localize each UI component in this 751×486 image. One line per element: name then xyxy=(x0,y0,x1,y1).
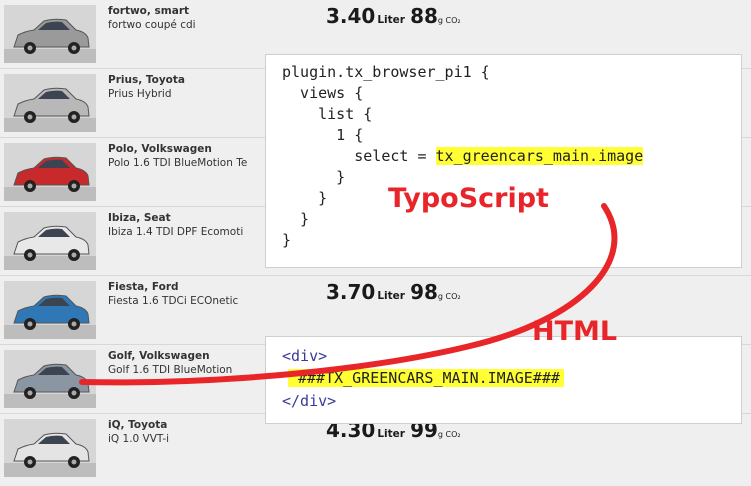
car-thumbnail xyxy=(4,74,96,132)
consumption-unit: Liter xyxy=(377,290,405,302)
car-hubcap xyxy=(71,459,77,465)
code-line: views { xyxy=(282,84,364,102)
car-model: iQ 1.0 VVT-i xyxy=(108,433,170,445)
car-row: Fiesta, Ford Fiesta 1.6 TDCi ECOnetic 3.… xyxy=(0,276,751,345)
code-line-select: select = tx_greencars_main.image xyxy=(282,147,644,165)
typoscript-highlight: tx_greencars_main.image xyxy=(435,147,644,165)
car-hubcap xyxy=(27,321,33,327)
code-line: } xyxy=(282,210,310,228)
co2-unit: g CO₂ xyxy=(437,16,461,25)
consumption-unit: Liter xyxy=(377,428,405,440)
car-model: fortwo coupé cdi xyxy=(108,19,196,31)
car-hubcap xyxy=(27,252,33,258)
car-maker: Fiesta, Ford xyxy=(108,281,179,293)
car-thumbnail xyxy=(4,419,96,477)
car-thumbnail xyxy=(4,212,96,270)
consumption-value: 3.40 xyxy=(326,4,376,28)
consumption-unit: Liter xyxy=(377,14,405,26)
thumb-ground xyxy=(4,394,96,408)
html-open-tag: <div> xyxy=(282,347,328,365)
car-hubcap xyxy=(71,114,77,120)
co2-value: 98 xyxy=(410,280,438,304)
car-maker: Ibiza, Seat xyxy=(108,212,171,224)
car-thumbnail xyxy=(4,5,96,63)
car-hubcap xyxy=(71,390,77,396)
car-maker: fortwo, smart xyxy=(108,5,190,17)
html-marker-line: ###TX_GREENCARS_MAIN.IMAGE### xyxy=(274,369,564,387)
car-hubcap xyxy=(71,45,77,51)
consumption-value: 3.70 xyxy=(326,280,376,304)
car-maker: Golf, Volkswagen xyxy=(108,350,210,362)
car-hubcap xyxy=(27,114,33,120)
car-thumbnail xyxy=(4,281,96,339)
html-marker: ###TX_GREENCARS_MAIN.IMAGE### xyxy=(288,369,564,387)
code-line: } xyxy=(282,189,328,207)
car-hubcap xyxy=(71,183,77,189)
car-maker: Prius, Toyota xyxy=(108,74,185,86)
html-label: HTML xyxy=(532,316,618,347)
car-thumbnail xyxy=(4,350,96,408)
car-model: Prius Hybrid xyxy=(108,88,172,100)
code-line: plugin.tx_browser_pi1 { xyxy=(282,63,490,81)
thumb-ground xyxy=(4,325,96,339)
thumb-ground xyxy=(4,187,96,201)
thumb-ground xyxy=(4,463,96,477)
thumb-ground xyxy=(4,49,96,63)
car-hubcap xyxy=(27,459,33,465)
car-maker: iQ, Toyota xyxy=(108,419,168,431)
thumb-ground xyxy=(4,118,96,132)
typoscript-code-box: plugin.tx_browser_pi1 { views { list { 1… xyxy=(265,54,742,268)
thumb-ground xyxy=(4,256,96,270)
co2-value: 88 xyxy=(410,4,438,28)
html-code-box: <div> ###TX_GREENCARS_MAIN.IMAGE### </di… xyxy=(265,336,742,424)
car-spec: 3.40 Liter 88g CO₂ xyxy=(326,4,461,28)
car-model: Golf 1.6 TDI BlueMotion xyxy=(108,364,233,376)
code-line: } xyxy=(282,231,292,249)
code-line: } xyxy=(282,168,346,186)
car-hubcap xyxy=(27,183,33,189)
car-row: iQ, Toyota iQ 1.0 VVT-i 4.30 Liter 99g CO… xyxy=(0,414,751,486)
typoscript-label: TypoScript xyxy=(388,183,549,214)
code-line: 1 { xyxy=(282,126,364,144)
car-maker: Polo, Volkswagen xyxy=(108,143,212,155)
car-thumbnail xyxy=(4,143,96,201)
co2-unit: g CO₂ xyxy=(437,292,461,301)
car-model: Fiesta 1.6 TDCi ECOnetic xyxy=(108,295,239,307)
code-line: select = xyxy=(282,147,436,165)
car-hubcap xyxy=(71,252,77,258)
car-hubcap xyxy=(27,45,33,51)
code-line: list { xyxy=(282,105,373,123)
car-hubcap xyxy=(71,321,77,327)
car-hubcap xyxy=(27,390,33,396)
car-model: Ibiza 1.4 TDI DPF Ecomoti xyxy=(108,226,244,238)
co2-unit: g CO₂ xyxy=(437,430,461,439)
car-spec: 3.70 Liter 98g CO₂ xyxy=(326,280,461,304)
car-model: Polo 1.6 TDI BlueMotion Te xyxy=(108,157,248,169)
html-close-tag: </div> xyxy=(282,392,337,410)
